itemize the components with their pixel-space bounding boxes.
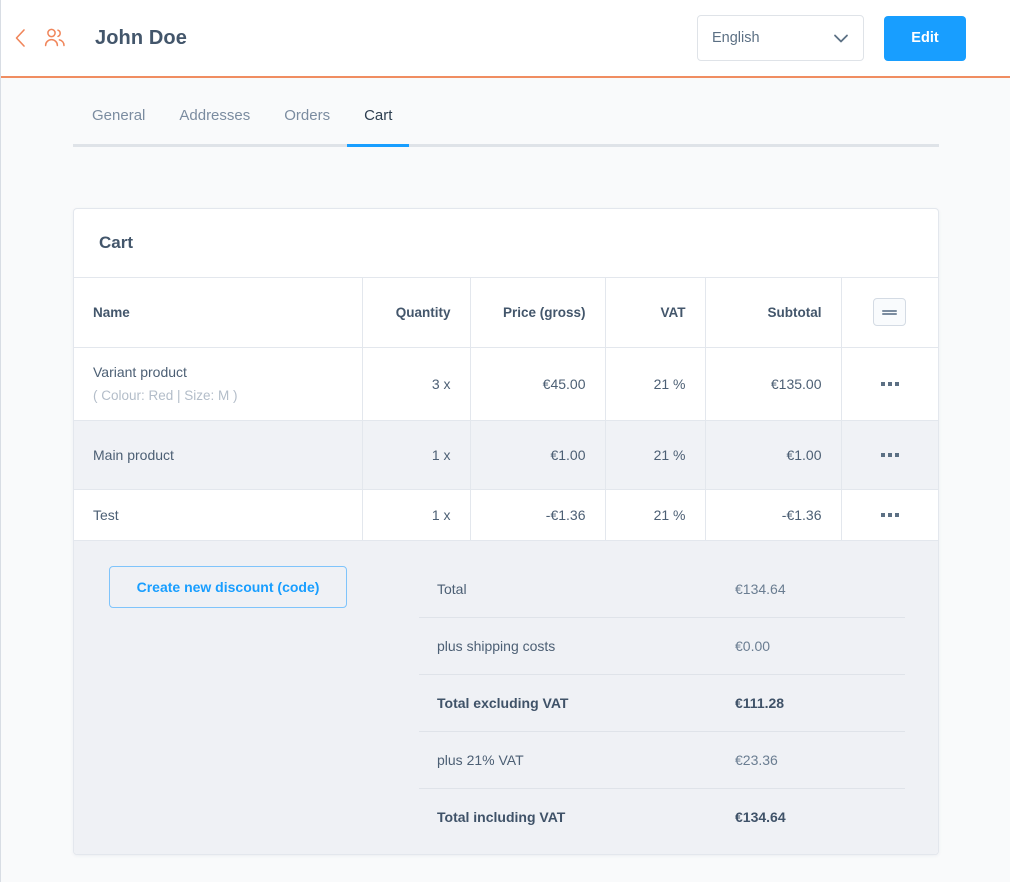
users-icon [44, 28, 65, 47]
summary-value: €111.28 [735, 694, 785, 711]
cart-card: Cart Name Quantity Price (gross) VAT Sub… [73, 208, 939, 855]
product-name: Main product [93, 446, 174, 463]
cell-quantity: 1 x [362, 420, 471, 490]
cell-quantity: 1 x [362, 489, 471, 541]
header-actions: English Edit [697, 15, 966, 61]
summary-label: Total [437, 580, 467, 597]
column-header-vat[interactable]: VAT [605, 278, 706, 348]
table-header-row: Name Quantity Price (gross) VAT Subtotal [74, 278, 938, 348]
cell-product-name: Variant product ( Colour: Red | Size: M ) [74, 347, 363, 421]
page-header: John Doe English Edit [1, 0, 1010, 78]
cart-summary: Create new discount (code) Total €134.64 p… [74, 540, 938, 855]
chevron-down-icon [833, 33, 849, 44]
cell-product-name: Main product [74, 420, 363, 490]
table-row[interactable]: Test 1 x -€1.36 21 % -€1.36 [74, 489, 939, 541]
summary-row: Total €134.64 [419, 561, 905, 618]
tab-bar: General Addresses Orders Cart [73, 100, 939, 148]
more-options-icon[interactable] [842, 452, 939, 457]
cell-vat: 21 % [605, 489, 706, 541]
cart-card-header: Cart [74, 209, 938, 278]
table-row[interactable]: Main product 1 x €1.00 21 % €1.00 [74, 420, 939, 490]
cart-summary-actions: Create new discount (code) [74, 541, 414, 855]
column-header-name[interactable]: Name [74, 278, 363, 348]
cart-totals: Total €134.64 plus shipping costs €0.00 Tota… [414, 541, 938, 855]
cart-table-head: Name Quantity Price (gross) VAT Subtotal [74, 278, 938, 348]
product-variant: ( Colour: Red | Size: M ) [93, 387, 238, 403]
cell-actions [841, 489, 939, 541]
column-header-price[interactable]: Price (gross) [470, 278, 606, 348]
summary-value: €134.64 [735, 809, 786, 825]
summary-row: plus shipping costs €0.00 [419, 618, 905, 675]
chevron-left-icon [15, 29, 25, 47]
summary-label: plus 21% VAT [437, 751, 524, 768]
customer-cart-page: John Doe English Edit General Addresses Or… [0, 0, 1010, 882]
cell-vat: 21 % [605, 347, 706, 421]
cell-subtotal: -€1.36 [705, 489, 842, 541]
table-row[interactable]: Variant product ( Colour: Red | Size: M )… [74, 347, 939, 421]
column-settings-button[interactable] [873, 298, 907, 327]
tab-track [73, 144, 939, 147]
product-name: Test [93, 506, 119, 523]
active-tab-underline [347, 144, 409, 147]
edit-button[interactable]: Edit [884, 15, 966, 61]
create-discount-button[interactable]: Create new discount (code) [109, 565, 347, 608]
left-rail-divider [0, 0, 1, 882]
cart-card-title: Cart [99, 233, 134, 252]
cell-price: €1.00 [470, 420, 606, 490]
summary-value: €0.00 [735, 637, 771, 654]
product-name: Variant product [93, 363, 187, 380]
cell-vat: 21 % [605, 420, 706, 490]
summary-row: Total including VAT €134.64 [419, 789, 905, 846]
back-button[interactable] [3, 18, 37, 58]
summary-row: Total excluding VAT €111.28 [419, 675, 905, 732]
summary-label: plus shipping costs [437, 637, 556, 654]
cell-actions [841, 347, 939, 421]
tab-addresses[interactable]: Addresses [162, 100, 267, 132]
tab-orders[interactable]: Orders [267, 100, 347, 132]
tab-general[interactable]: General [73, 100, 162, 132]
summary-value: €23.36 [735, 751, 778, 768]
customers-icon-button[interactable] [37, 18, 73, 58]
cell-price: €45.00 [470, 347, 606, 421]
summary-row: plus 21% VAT €23.36 [419, 732, 905, 789]
tab-cart[interactable]: Cart [347, 100, 409, 132]
more-options-icon[interactable] [842, 381, 939, 386]
cell-subtotal: €1.00 [705, 420, 842, 490]
cart-table: Name Quantity Price (gross) VAT Subtotal… [74, 278, 938, 541]
language-select-value: English [712, 30, 760, 46]
summary-value: €134.64 [735, 580, 786, 597]
column-header-subtotal[interactable]: Subtotal [705, 278, 842, 348]
language-select[interactable]: English [697, 15, 864, 61]
cell-price: -€1.36 [470, 489, 606, 541]
cell-quantity: 3 x [362, 347, 471, 421]
summary-label: Total excluding VAT [437, 694, 569, 711]
hamburger-icon [882, 308, 898, 317]
summary-label: Total including VAT [437, 809, 566, 825]
cell-actions [841, 420, 939, 490]
cart-table-body: Variant product ( Colour: Red | Size: M )… [74, 347, 939, 541]
page-title: John Doe [95, 26, 187, 49]
column-header-quantity[interactable]: Quantity [362, 278, 471, 348]
column-settings-header [841, 278, 938, 348]
more-options-icon[interactable] [842, 512, 939, 517]
cell-subtotal: €135.00 [705, 347, 842, 421]
cell-product-name: Test [74, 489, 363, 541]
